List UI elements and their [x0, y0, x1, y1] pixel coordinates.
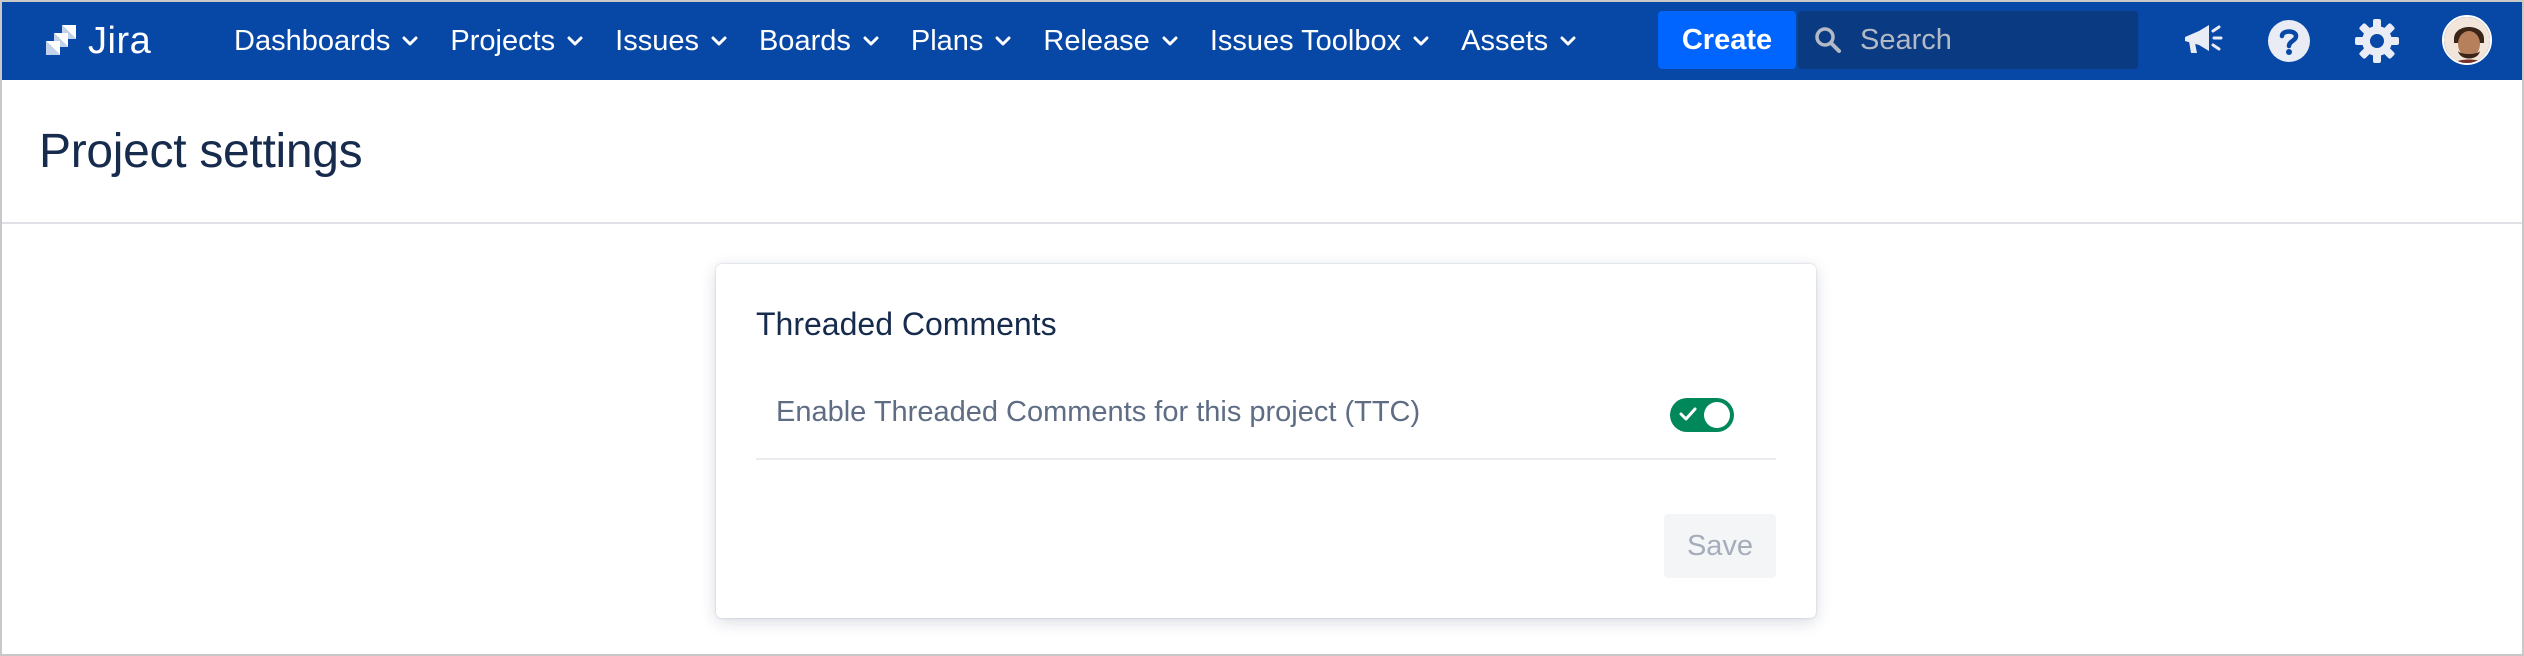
check-icon: [1679, 406, 1697, 427]
nav-item-label: Issues Toolbox: [1209, 24, 1402, 57]
nav-item-assets[interactable]: Assets: [1445, 2, 1592, 80]
top-navigation: Jira Dashboards Projects Issues Boards P…: [2, 2, 2522, 80]
jira-logo-text: Jira: [88, 19, 152, 62]
chevron-down-icon: [863, 36, 879, 46]
chevron-down-icon: [402, 36, 418, 46]
jira-logo[interactable]: Jira: [40, 20, 151, 62]
threaded-comments-toggle[interactable]: [1670, 398, 1734, 432]
nav-item-boards[interactable]: Boards: [743, 2, 895, 80]
nav-menu: Dashboards Projects Issues Boards Plans …: [218, 2, 1592, 80]
setting-label: Enable Threaded Comments for this projec…: [776, 396, 1421, 428]
jira-logo-icon: [46, 25, 76, 55]
search-icon: [1814, 26, 1842, 59]
avatar[interactable]: [2442, 15, 2492, 65]
nav-item-label: Release: [1043, 24, 1150, 57]
nav-item-projects[interactable]: Projects: [434, 2, 599, 80]
chevron-down-icon: [567, 36, 583, 46]
nav-item-plans[interactable]: Plans: [895, 2, 1028, 80]
chevron-down-icon: [995, 36, 1011, 46]
nav-item-label: Boards: [758, 24, 851, 57]
chevron-down-icon: [711, 36, 727, 46]
nav-item-label: Issues: [615, 24, 699, 57]
setting-row-threaded-comments: Enable Threaded Comments for this projec…: [756, 372, 1776, 460]
help-icon[interactable]: [2262, 14, 2316, 68]
threaded-comments-card: Threaded Comments Enable Threaded Commen…: [716, 264, 1816, 618]
search-box: [1798, 11, 2138, 69]
nav-item-label: Projects: [450, 24, 556, 57]
nav-item-label: Plans: [910, 24, 984, 57]
page-header: Project settings: [2, 80, 2522, 224]
toggle-knob: [1704, 402, 1730, 428]
app-window: Jira Dashboards Projects Issues Boards P…: [0, 0, 2524, 656]
chevron-down-icon: [1560, 36, 1576, 46]
nav-item-label: Assets: [1461, 24, 1549, 57]
gear-icon[interactable]: [2350, 14, 2404, 68]
card-title: Threaded Comments: [756, 306, 1057, 342]
nav-item-release[interactable]: Release: [1027, 2, 1193, 80]
nav-item-issues[interactable]: Issues: [599, 2, 743, 80]
search-input[interactable]: [1860, 11, 2130, 69]
nav-item-dashboards[interactable]: Dashboards: [218, 2, 434, 80]
page-title: Project settings: [39, 125, 363, 178]
megaphone-icon[interactable]: [2174, 14, 2228, 68]
save-button[interactable]: Save: [1664, 514, 1776, 578]
nav-item-issues-toolbox[interactable]: Issues Toolbox: [1194, 2, 1445, 80]
create-button[interactable]: Create: [1658, 11, 1796, 69]
chevron-down-icon: [1162, 36, 1178, 46]
nav-item-label: Dashboards: [234, 24, 391, 57]
chevron-down-icon: [1413, 36, 1429, 46]
